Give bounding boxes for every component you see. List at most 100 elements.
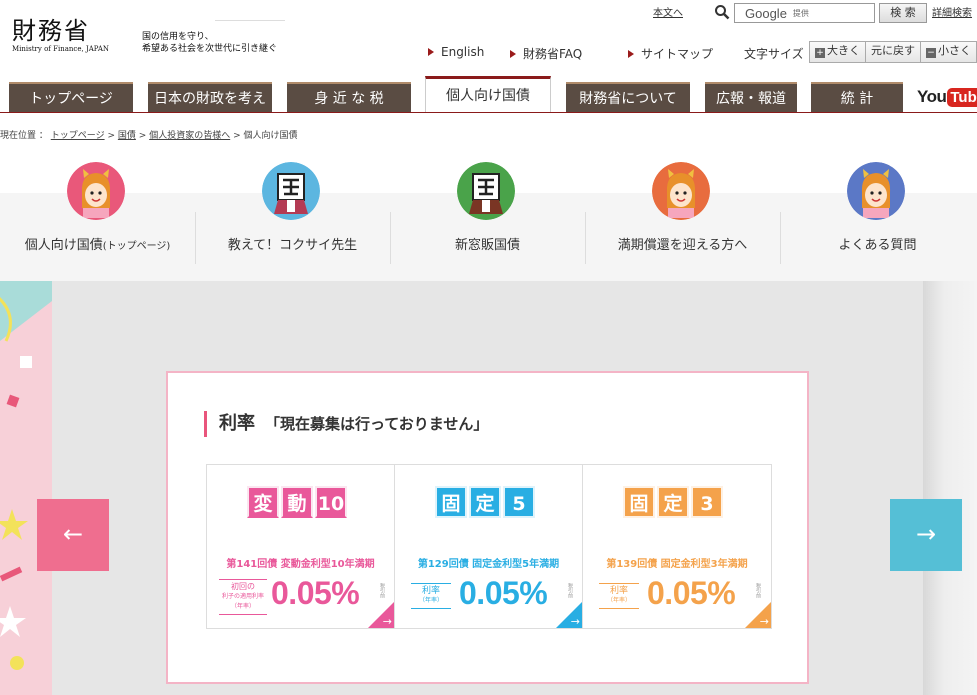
tab-about-mof[interactable]: 財務省について [566,82,690,113]
subnav-sitemap-label: サイトマップ [641,47,714,61]
rate-title: 利率 「現在募集は行っておりません」 [204,411,488,437]
youtube-logo[interactable]: You Tube [917,87,977,107]
rate-panel: 利率 「現在募集は行っておりません」 変 動 10 第141回債 変動金利型10年… [166,371,809,684]
badge-fixed-3: 固 定 3 [620,483,726,521]
confetti-decoration [0,281,52,695]
youtube-you: You [917,87,947,106]
font-size-label: 文字サイズ [744,47,804,61]
submenu-shinmadohan-label: 新窓販国債 [454,238,520,253]
issue-name: 第129回債 固定金利型5年満期 [417,559,560,570]
slide-decoration-left [0,281,52,695]
breadcrumb-link-investors[interactable]: 個人投資家の皆様へ [149,131,230,141]
mascot-girl-icon [67,162,125,220]
mof-logo[interactable]: 財務省 Ministry of Finance, JAPAN [12,18,109,53]
subnav-english[interactable]: English [428,45,484,59]
card-fixed-5y[interactable]: 固 定 5 第129回債 固定金利型5年満期 利率 （年率） 0.05% 税引前… [395,465,583,628]
font-size-controls: + 大きく 元に戻す − 小さく [809,41,977,63]
mascot-girl-icon [847,162,905,220]
skip-to-main-link[interactable]: 本文へ [653,4,683,19]
shinmadohan-icon [457,162,515,220]
slide-decoration-right [923,281,977,695]
breadcrumb-link-top[interactable]: トップページ [51,131,105,141]
slider-next-button[interactable]: → [890,499,962,571]
rate-value: 0.05% [459,575,548,611]
font-reset-button[interactable]: 元に戻す [866,42,921,62]
plus-icon: + [815,48,825,58]
badge-floating-10: 変 動 10 [244,483,350,521]
font-smaller-label: 小さく [938,44,971,57]
pretax-note: 税引前 [379,583,385,598]
tab-jgb-individual[interactable]: 個人向け国債 [425,76,551,113]
search-provider: 提供 [792,8,809,18]
card-fixed-3y[interactable]: 固 定 3 第139回債 固定金利型3年満期 利率 （年率） 0.05% 税引前… [583,465,771,628]
subnav-faq[interactable]: 財務省FAQ [510,45,582,62]
tab-press[interactable]: 広報・報道 [705,82,797,113]
submenu-shinmadohan[interactable]: 新窓販国債 [390,162,585,282]
rate-label: 利率 （年率） [599,583,639,609]
minus-icon: − [926,48,936,58]
subnav-english-label: English [441,45,485,59]
rate-value: 0.05% [271,575,360,611]
breadcrumb-sep: > [107,131,115,141]
issue-name: 第141回債 変動金利型10年満期 [226,559,375,570]
badge-char: 定 [657,486,689,518]
triangle-right-icon [510,49,516,58]
submenu-faq-label: よくある質問 [838,238,917,253]
pretax-note: 税引前 [755,583,761,598]
site-header: 財務省 Ministry of Finance, JAPAN 国の信用を守り、 … [0,0,977,80]
card-floating-10y[interactable]: 変 動 10 第141回債 変動金利型10年満期 初回の 利子の適用利率 （年率… [207,465,395,628]
tagline: 国の信用を守り、 希望ある社会を次世代に引き継ぐ [142,31,277,55]
rate-cards: 変 動 10 第141回債 変動金利型10年満期 初回の 利子の適用利率 （年率… [206,464,772,629]
breadcrumb-link-jgb[interactable]: 国債 [118,131,136,141]
issue-name: 第139回債 固定金利型3年満期 [606,559,748,570]
badge-char: 固 [435,486,467,518]
advanced-search-link[interactable]: 詳細検索 [932,4,972,19]
main-navigation: トップページ 日本の財政を考える 身 近 な 税 個人向け国債 財務省について … [0,76,977,138]
badge-char: 3 [691,486,723,518]
tab-taxes[interactable]: 身 近 な 税 [287,82,411,113]
submenu-jgb-top-label: 個人向け国債(トップページ) [24,238,171,253]
search-button[interactable]: 検 索 [879,3,927,23]
submenu-kokusai-sensei[interactable]: 教えて！コクサイ先生 [195,162,390,282]
search-input[interactable]: Google 提供 [734,3,875,23]
rate-label: 利率 （年率） [411,583,451,609]
rate-title-label: 利率 [219,413,255,434]
triangle-right-icon [428,48,434,56]
submenu-jgb-top[interactable]: 個人向け国債(トップページ) [0,162,195,282]
tabs-underline [0,112,977,113]
submenu-maturity[interactable]: 満期償還を迎える方へ [585,162,780,282]
badge-char: 動 [281,486,313,518]
tagline-divider [215,20,285,21]
search-icon [715,5,730,20]
mascot-girl-icon [652,162,710,220]
badge-char: 10 [315,486,347,518]
breadcrumb-current: 個人向け国債 [243,131,298,141]
submenu-kokusai-sensei-label: 教えて！コクサイ先生 [227,238,358,253]
logo-english: Ministry of Finance, JAPAN [12,45,110,53]
submenu-faq[interactable]: よくある質問 [780,162,975,282]
breadcrumb: 現在位置 ： トップページ > 国債 > 個人投資家の皆様へ > 個人向け国債 [0,128,298,141]
youtube-tube: Tube [947,87,977,107]
subnav-sitemap[interactable]: サイトマップ [628,45,713,62]
badge-char: 5 [503,486,535,518]
tab-top-page[interactable]: トップページ [9,82,133,113]
tab-think-finance[interactable]: 日本の財政を考える [148,82,272,138]
badge-char: 変 [247,486,279,518]
tagline-line-2: 希望ある社会を次世代に引き継ぐ [142,44,278,54]
font-smaller-button[interactable]: − 小さく [921,42,976,62]
rate-slider: 利率 「現在募集は行っておりません」 変 動 10 第141回債 変動金利型10年… [0,281,977,695]
google-brand: Google [745,5,787,21]
slider-prev-button[interactable]: ← [37,499,109,571]
tagline-line-1: 国の信用を守り、 [142,32,214,42]
arrow-right-icon: → [570,615,580,628]
badge-fixed-5: 固 定 5 [432,483,538,521]
font-larger-button[interactable]: + 大きく [810,42,866,62]
pretax-note: 税引前 [567,583,573,598]
triangle-right-icon [628,49,634,58]
badge-char: 定 [469,486,501,518]
rate-value: 0.05% [647,575,736,611]
rate-status: 「現在募集は行っておりません」 [265,415,489,433]
font-larger-label: 大きく [827,44,860,57]
tab-statistics[interactable]: 統 計 [811,82,903,113]
breadcrumb-prefix: 現在位置 ： [0,131,48,141]
